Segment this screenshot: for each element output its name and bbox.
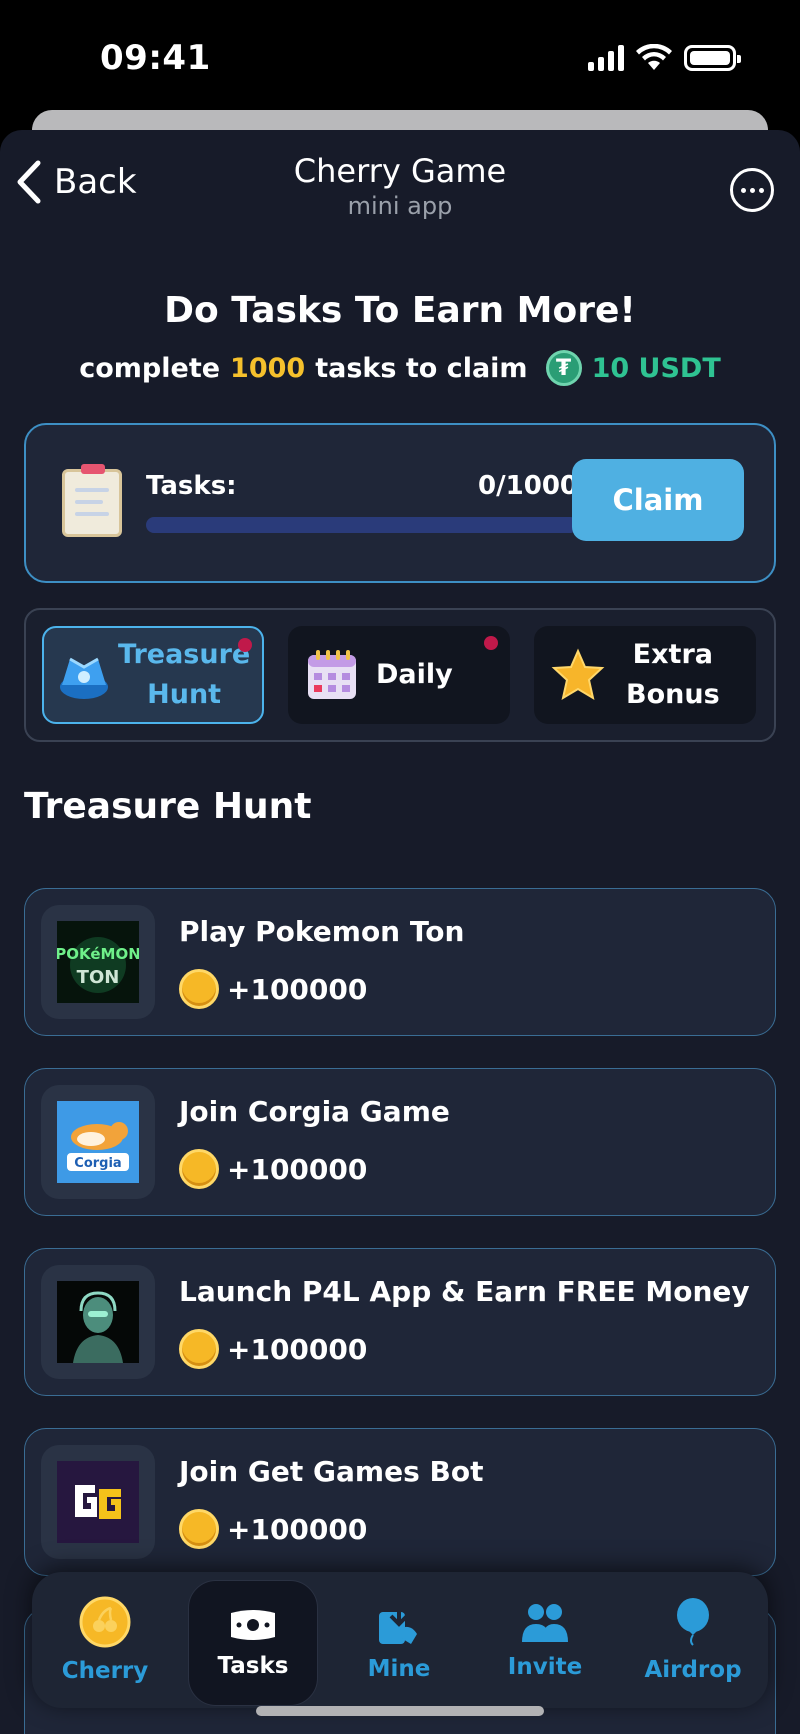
wifi-icon [636, 44, 672, 70]
cellular-signal-icon [588, 45, 624, 71]
home-indicator [256, 1706, 544, 1716]
treasure-chest-icon [60, 657, 108, 699]
nav-invite[interactable]: Invite [480, 1572, 610, 1708]
task-reward: +100000 [179, 969, 367, 1009]
task-card[interactable]: Launch P4L App & Earn FREE Money +100000 [24, 1248, 776, 1396]
get-games-logo [57, 1461, 139, 1543]
task-card[interactable]: Join Get Games Bot +100000 [24, 1428, 776, 1576]
more-options-button[interactable] [730, 168, 774, 212]
mini-app-sheet: Back Cherry Game mini app Do Tasks To Ea… [0, 130, 800, 1734]
task-thumbnail: Corgia [41, 1085, 155, 1199]
nav-label: Invite [507, 1654, 583, 1680]
invite-icon [522, 1604, 568, 1642]
nav-tasks[interactable]: Tasks [188, 1580, 318, 1706]
nav-cherry[interactable]: Cherry [40, 1572, 170, 1708]
app-subtitle: mini app [347, 192, 453, 220]
star-icon [551, 648, 605, 701]
coin-icon [179, 1149, 219, 1189]
goal-count: 1000 [230, 352, 306, 384]
task-reward: +100000 [179, 1329, 367, 1369]
battery-icon [684, 45, 741, 71]
page-title: Do Tasks To Earn More! [164, 290, 636, 331]
tasks-count: 0/1000 [478, 471, 578, 501]
tasks-label: Tasks: [146, 471, 237, 501]
app-title: Cherry Game [293, 152, 507, 190]
task-reward: +100000 [179, 1509, 367, 1549]
cherry-coin-icon [79, 1596, 131, 1648]
tab-label: Daily [376, 659, 453, 690]
notification-dot [484, 636, 498, 650]
claim-button[interactable]: Claim [572, 459, 744, 541]
p4l-robot-logo [57, 1281, 139, 1363]
goal-prefix: complete [79, 352, 221, 384]
status-icons [588, 44, 741, 72]
goal-description: complete 1000 tasks to claim ₮ 10 USDT [0, 350, 800, 386]
task-card[interactable]: Corgia Join Corgia Game +100000 [24, 1068, 776, 1216]
clipboard-icon [62, 464, 122, 537]
nav-mine[interactable]: Mine [334, 1572, 464, 1708]
task-name: Join Corgia Game [179, 1095, 450, 1128]
ticket-icon [231, 1610, 275, 1640]
coin-icon [179, 1329, 219, 1369]
tab-treasure-hunt[interactable]: Treasure Hunt [42, 626, 264, 724]
tasks-progress-bar [146, 517, 578, 533]
nav-label: Tasks [217, 1653, 289, 1679]
tab-extra-bonus[interactable]: Extra Bonus [534, 626, 756, 724]
reward-amount: +100000 [227, 1152, 368, 1186]
tab-label: Extra Bonus [626, 639, 720, 710]
tab-label: Treasure Hunt [118, 639, 251, 710]
goal-middle: tasks to claim [315, 352, 528, 384]
app-header: Back Cherry Game mini app [0, 130, 800, 240]
task-name: Launch P4L App & Earn FREE Money [179, 1275, 750, 1308]
nav-label: Cherry [61, 1658, 149, 1684]
status-bar: 09:41 [0, 0, 800, 110]
task-card[interactable]: POKéMON TON Play Pokemon Ton +100000 [24, 888, 776, 1036]
tab-daily[interactable]: Daily [288, 626, 510, 724]
svg-text:Corgia: Corgia [74, 1156, 121, 1171]
tasks-progress-card: Tasks: 0/1000 Claim [24, 423, 776, 583]
mine-icon [379, 1600, 417, 1644]
task-category-tabs: Treasure Hunt Daily Extra Bonus [24, 608, 776, 742]
status-time: 09:41 [100, 38, 211, 78]
coin-icon [179, 1509, 219, 1549]
more-dots-icon [740, 187, 746, 193]
bottom-nav: Cherry Tasks Mine Invite Airdrop [32, 1572, 768, 1708]
reward-amount: +100000 [227, 1332, 368, 1366]
notification-dot [238, 638, 252, 652]
reward-amount: +100000 [227, 1512, 368, 1546]
task-name: Play Pokemon Ton [179, 915, 465, 948]
pokemon-ton-logo: POKéMON TON [57, 921, 139, 1003]
section-title: Treasure Hunt [24, 786, 312, 827]
goal-reward: 10 USDT [591, 352, 721, 384]
nav-label: Mine [367, 1656, 431, 1682]
task-thumbnail [41, 1265, 155, 1379]
corgia-logo: Corgia [57, 1101, 139, 1183]
svg-text:TON: TON [77, 967, 120, 988]
task-name: Join Get Games Bot [179, 1455, 484, 1488]
coin-icon [179, 969, 219, 1009]
task-thumbnail: POKéMON TON [41, 905, 155, 1019]
svg-text:POKéMON: POKéMON [57, 945, 139, 963]
reward-amount: +100000 [227, 972, 368, 1006]
calendar-icon [308, 650, 356, 699]
nav-label: Airdrop [644, 1657, 742, 1683]
task-thumbnail [41, 1445, 155, 1559]
usdt-icon: ₮ [545, 350, 582, 386]
task-reward: +100000 [179, 1149, 367, 1189]
airdrop-balloon-icon [677, 1598, 709, 1646]
nav-airdrop[interactable]: Airdrop [628, 1572, 758, 1708]
